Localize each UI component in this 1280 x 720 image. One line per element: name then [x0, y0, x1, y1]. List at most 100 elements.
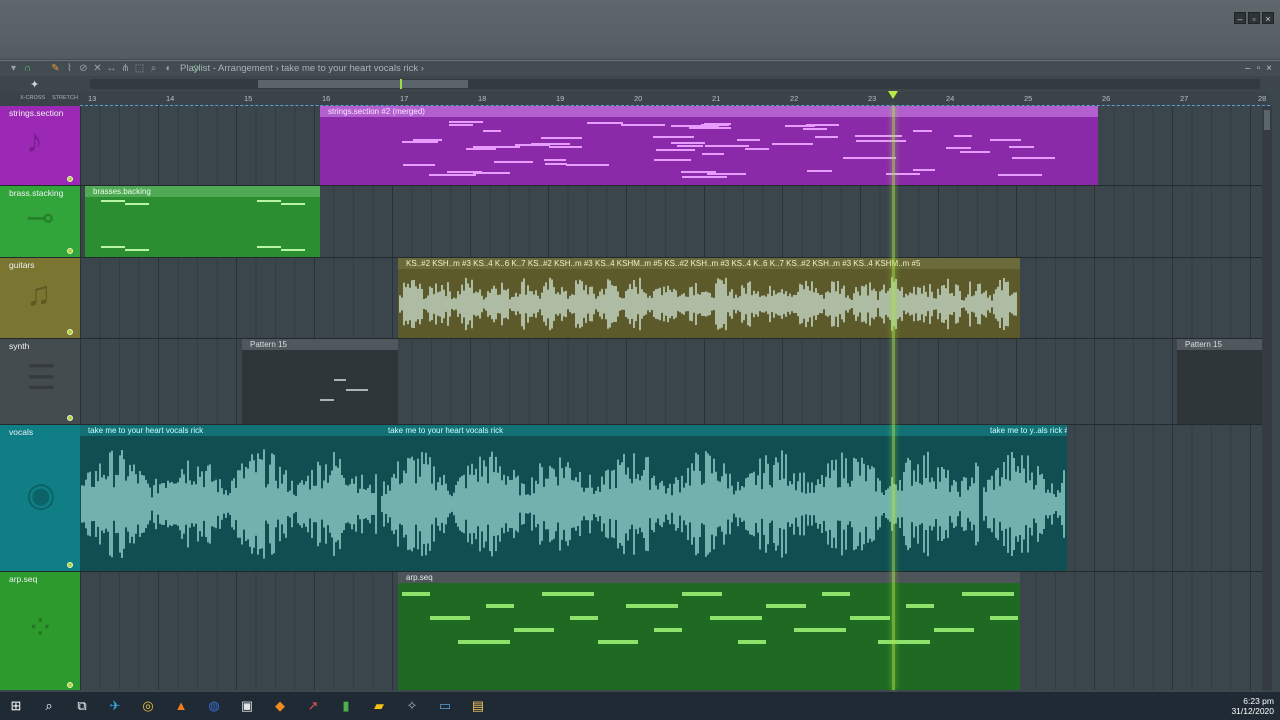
bar-number: 19: [556, 94, 565, 103]
close-button[interactable]: ×: [1262, 12, 1274, 24]
clip[interactable]: take me to your heart vocals rick: [80, 425, 380, 571]
delete-icon[interactable]: ⊘: [78, 63, 89, 74]
mute-icon[interactable]: ✕: [92, 63, 103, 74]
playlist-toolbar: ✦: [0, 76, 1280, 92]
snap-arrow-icon[interactable]: ✦: [30, 78, 39, 91]
search-icon[interactable]: ⌕: [41, 698, 57, 714]
note: [472, 172, 511, 175]
file-explorer-icon[interactable]: ▤: [470, 698, 486, 714]
app3-icon[interactable]: ▭: [437, 698, 453, 714]
clip[interactable]: brasses.backing: [85, 186, 320, 257]
vlc-icon[interactable]: ▲: [173, 698, 189, 714]
bar-number: 20: [634, 94, 643, 103]
clip[interactable]: Pattern 15: [1177, 339, 1262, 424]
note: [962, 592, 1014, 596]
taskbar-clock[interactable]: 6:23 pm 31/12/2020: [1231, 696, 1274, 716]
stretch-label[interactable]: STRETCH: [52, 95, 78, 101]
note: [670, 141, 705, 144]
note: [430, 616, 470, 620]
bar-number: 22: [790, 94, 799, 103]
note: [402, 140, 438, 143]
note: [807, 170, 833, 173]
track-enable-dot[interactable]: [67, 415, 73, 421]
track-header[interactable]: synth ☰: [0, 339, 80, 424]
minimize-button[interactable]: –: [1234, 12, 1246, 24]
horizontal-scrollbar-thumb[interactable]: [258, 80, 468, 88]
clip-label: Pattern 15: [1177, 339, 1262, 350]
menu-arrow-icon[interactable]: ▾: [8, 63, 19, 74]
note: [959, 150, 991, 153]
bar-number: 25: [1024, 94, 1033, 103]
app2-icon[interactable]: ✧: [404, 698, 420, 714]
horizontal-scrollbar[interactable]: [90, 79, 1260, 89]
track-lane[interactable]: KS..#2 KSH..m #3 KS..4 K..6 K..7 KS..#2 …: [80, 258, 1262, 338]
track-header[interactable]: arp.seq ⁘: [0, 572, 80, 690]
track-area: strings.section ♪ strings.section #2 (merg…: [0, 106, 1262, 690]
track-header[interactable]: guitars ♫: [0, 258, 80, 338]
playlist-close-button[interactable]: ×: [1266, 63, 1272, 74]
chart-icon[interactable]: ▮: [338, 698, 354, 714]
note: [542, 592, 594, 596]
clip[interactable]: Pattern 15: [242, 339, 398, 424]
track-enable-dot[interactable]: [67, 329, 73, 335]
track-arp-seq: arp.seq ⁘ arp.seq: [0, 572, 1262, 690]
vertical-scrollbar-thumb[interactable]: [1264, 110, 1270, 130]
brush-icon[interactable]: ⌇: [64, 63, 75, 74]
track-enable-dot[interactable]: [67, 562, 73, 568]
track-lane[interactable]: arp.seq: [80, 572, 1262, 690]
note: [738, 640, 766, 644]
track-lane[interactable]: brasses.backing: [80, 186, 1262, 257]
pencil-icon[interactable]: ✎: [50, 63, 61, 74]
note: [934, 628, 974, 632]
track-lane[interactable]: Pattern 15 Pattern 15: [80, 339, 1262, 424]
maximize-button[interactable]: ▫: [1248, 12, 1260, 24]
track-lane[interactable]: strings.section #2 (merged): [80, 106, 1262, 185]
chrome-icon[interactable]: ◎: [140, 698, 156, 714]
crossfade-label[interactable]: X-CROSS: [20, 95, 45, 101]
notepad-icon[interactable]: ▣: [239, 698, 255, 714]
browser-icon[interactable]: ◍: [206, 698, 222, 714]
playhead-marker[interactable]: [888, 91, 898, 99]
track-strings-section: strings.section ♪ strings.section #2 (merg…: [0, 106, 1262, 186]
playlist-maximize-button[interactable]: ▫: [1257, 63, 1261, 74]
note: [766, 604, 806, 608]
dots-icon: ⁘: [26, 609, 55, 647]
track-header[interactable]: brass.stacking ⊸: [0, 186, 80, 257]
magnet-icon[interactable]: ∩: [22, 63, 33, 74]
track-name: vocals: [9, 427, 34, 437]
app-icon[interactable]: ↗: [305, 698, 321, 714]
clip[interactable]: take me to y..als rick #3: [982, 425, 1067, 571]
note: [707, 172, 746, 175]
playlist-minimize-button[interactable]: –: [1245, 63, 1251, 74]
task-view-icon[interactable]: ⧉: [74, 698, 90, 714]
track-header[interactable]: vocals ◉: [0, 425, 80, 571]
windows-start-icon[interactable]: ⊞: [8, 698, 24, 714]
track-enable-dot[interactable]: [67, 682, 73, 688]
clip-label: strings.section #2 (merged): [320, 106, 1098, 117]
telegram-icon[interactable]: ✈: [107, 698, 123, 714]
track-brass-stacking: brass.stacking ⊸ brasses.backing: [0, 186, 1262, 258]
note: [570, 616, 598, 620]
slice-icon[interactable]: ⋔: [120, 63, 131, 74]
note: [449, 123, 473, 126]
vertical-scrollbar[interactable]: [1262, 106, 1272, 690]
timeline-ruler[interactable]: 13 14 15 16 17 18 19 20 21 22 23 24 25 26 27 28: [80, 92, 1270, 106]
sticky-icon[interactable]: ▰: [371, 698, 387, 714]
select-icon[interactable]: ⬚: [134, 63, 145, 74]
note: [842, 157, 869, 160]
clip[interactable]: KS..#2 KSH..m #3 KS..4 K..6 K..7 KS..#2 …: [398, 258, 1020, 338]
note: [705, 145, 749, 148]
track-header[interactable]: strings.section ♪: [0, 106, 80, 185]
waveform: [81, 449, 377, 559]
fl-studio-icon[interactable]: ◆: [272, 698, 288, 714]
note: [912, 129, 933, 132]
track-enable-dot[interactable]: [67, 176, 73, 182]
track-enable-dot[interactable]: [67, 248, 73, 254]
playback-icon[interactable]: ◖: [162, 63, 173, 74]
note: [101, 246, 125, 248]
zoom-icon[interactable]: ⌕: [148, 63, 159, 74]
slip-icon[interactable]: ↔: [106, 63, 117, 74]
track-lane[interactable]: take me to your heart vocals rick take me…: [80, 425, 1262, 571]
clip[interactable]: strings.section #2 (merged): [320, 106, 1098, 185]
clip[interactable]: arp.seq: [398, 572, 1020, 690]
